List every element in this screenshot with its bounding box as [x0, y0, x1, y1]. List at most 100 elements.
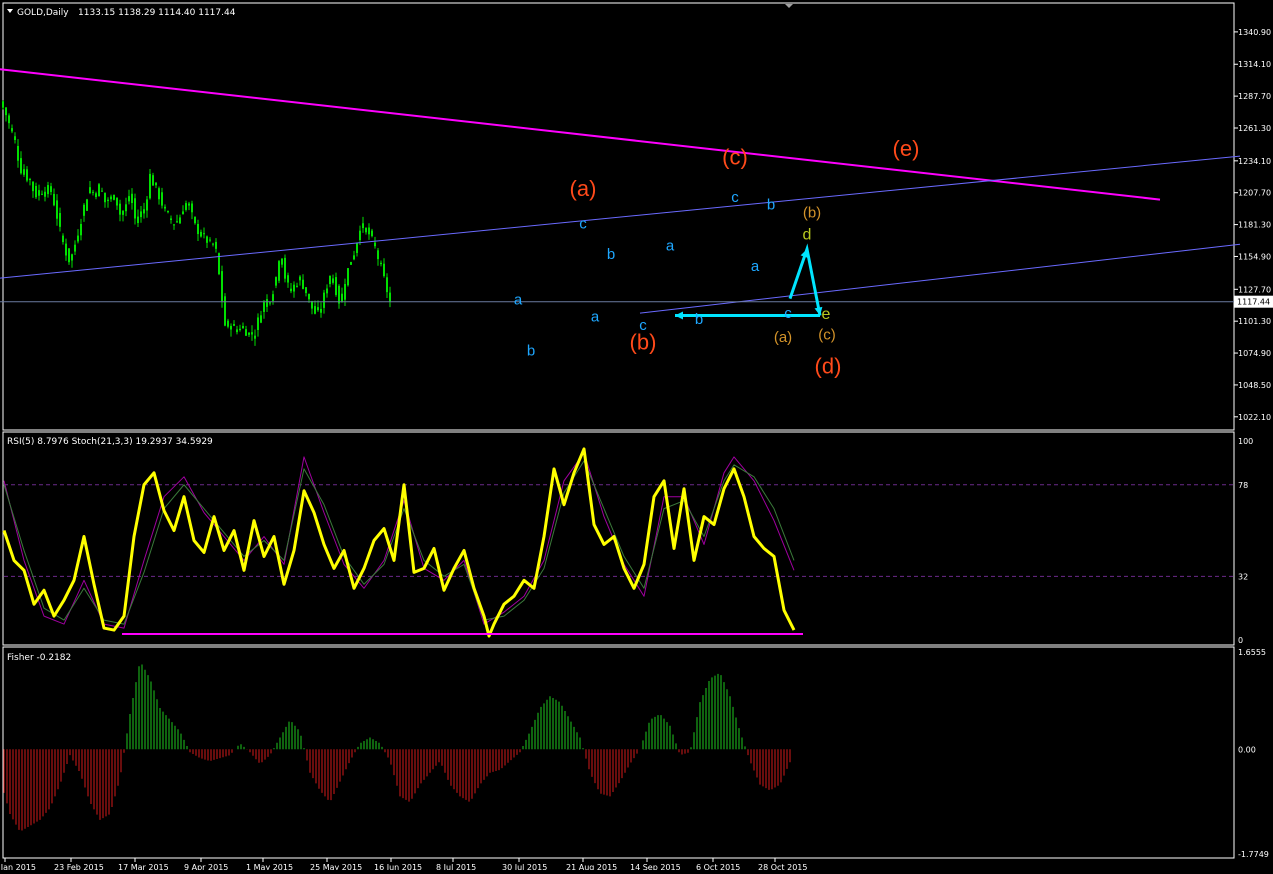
candle-body [380, 262, 382, 265]
candle-body [137, 216, 139, 224]
candle-body [236, 329, 238, 333]
candle-body [368, 227, 370, 235]
candle-body [86, 199, 88, 211]
candle-body [77, 235, 79, 242]
chart-background [0, 0, 1273, 870]
wave-label: b [527, 342, 535, 359]
candle-body [149, 173, 151, 199]
candle-body [281, 258, 283, 265]
y-tick-label: 1207.70 [1238, 189, 1271, 198]
candle-body [17, 145, 19, 161]
x-tick-label: 14 Sep 2015 [630, 863, 681, 870]
candle-body [83, 204, 85, 216]
candle-body [92, 191, 94, 193]
wave-label: c [639, 317, 647, 334]
candle-body [5, 107, 7, 116]
candle-body [287, 275, 289, 283]
candle-body [284, 257, 286, 279]
candle-body [161, 192, 163, 206]
wave-label: (b) [803, 205, 821, 222]
rsi-y-tick-label: 32 [1238, 572, 1248, 581]
candle-body [41, 193, 43, 195]
candle-body [353, 255, 355, 260]
candle-body [152, 175, 154, 186]
x-tick-label: 17 Mar 2015 [118, 863, 169, 870]
wave-label: (a) [570, 176, 597, 201]
x-tick-label: 28 Oct 2015 [758, 863, 807, 870]
wave-label: (e) [893, 136, 920, 161]
candle-body [35, 185, 37, 198]
candle-body [266, 299, 268, 307]
candle-body [347, 268, 349, 286]
candle-body [374, 242, 376, 247]
candle-body [221, 271, 223, 301]
fisher-y-tick-label: -1.7749 [1238, 850, 1269, 859]
y-tick-label: 1074.90 [1238, 349, 1271, 358]
candle-body [329, 275, 331, 285]
candle-body [143, 209, 145, 214]
candle-body [95, 193, 97, 198]
wave-label: c [784, 305, 792, 322]
candle-body [89, 187, 91, 194]
y-tick-label: 1022.10 [1238, 413, 1271, 422]
wave-label: (d) [815, 353, 842, 378]
wave-label: e [822, 306, 831, 323]
x-tick-label: 6 Oct 2015 [696, 863, 740, 870]
candle-body [68, 248, 70, 263]
candle-body [146, 199, 148, 211]
candle-body [191, 203, 193, 213]
candle-body [251, 332, 253, 335]
candle-body [254, 335, 256, 339]
candle-body [128, 196, 130, 202]
candle-body [134, 198, 136, 219]
candle-body [203, 233, 205, 235]
rsi-y-tick-label: 0 [1238, 636, 1243, 645]
candle-body [155, 182, 157, 186]
candle-body [125, 204, 127, 212]
wave-label: b [767, 196, 775, 213]
candle-body [308, 293, 310, 300]
wave-label: b [695, 311, 703, 328]
y-tick-label: 1314.10 [1238, 60, 1271, 69]
wave-label: d [803, 226, 812, 243]
candle-body [113, 194, 115, 200]
candle-body [53, 193, 55, 206]
current-price-label: 1117.44 [1237, 298, 1270, 307]
candle-body [305, 287, 307, 294]
candle-body [179, 217, 181, 224]
candle-body [290, 288, 292, 292]
candle-body [233, 324, 235, 326]
candle-body [62, 235, 64, 243]
candle-body [44, 191, 46, 197]
candle-body [176, 221, 178, 223]
candle-body [2, 101, 4, 108]
candle-body [65, 243, 67, 256]
rsi-header: RSI(5) 8.7976 Stoch(21,3,3) 19.2937 34.5… [7, 437, 213, 447]
candle-body [215, 241, 217, 249]
x-tick-label: 8 Jul 2015 [436, 863, 476, 870]
candle-body [47, 185, 49, 195]
candle-body [299, 276, 301, 281]
candle-body [344, 284, 346, 300]
candle-body [110, 196, 112, 200]
wave-label: c [579, 216, 587, 233]
candle-body [341, 293, 343, 303]
candle-body [386, 277, 388, 293]
candle-body [29, 179, 31, 181]
candle-body [356, 243, 358, 253]
candle-body [335, 277, 337, 295]
wave-label: a [751, 258, 760, 275]
candle-body [269, 302, 271, 304]
candle-body [104, 192, 106, 203]
x-tick-label: 1 May 2015 [246, 863, 293, 870]
candle-body [245, 329, 247, 336]
candle-body [167, 211, 169, 213]
candle-body [320, 308, 322, 313]
rsi-y-tick-label: 78 [1238, 481, 1248, 490]
wave-label: a [591, 309, 600, 326]
y-tick-label: 1181.30 [1238, 221, 1271, 230]
candle-body [278, 261, 280, 281]
candle-body [314, 306, 316, 314]
candle-body [209, 239, 211, 241]
y-tick-label: 1101.30 [1238, 317, 1271, 326]
